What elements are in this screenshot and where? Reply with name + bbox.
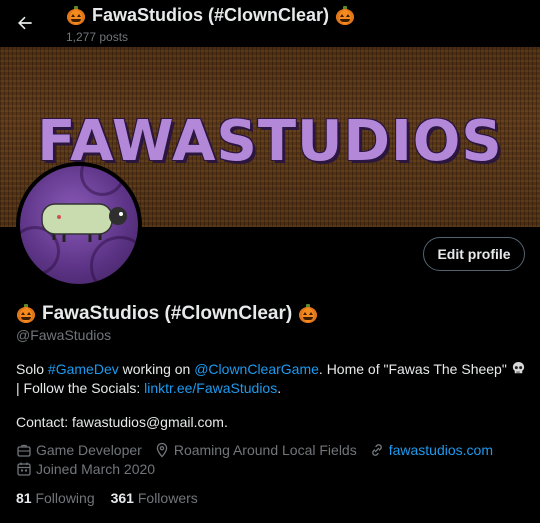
mention-link[interactable]: @ClownClearGame <box>194 361 319 377</box>
joined-label: Joined March 2020 <box>36 461 156 477</box>
post-count: 1,277 posts <box>66 30 129 44</box>
avatar[interactable] <box>16 162 142 288</box>
briefcase-icon <box>17 444 31 457</box>
skull-icon <box>512 361 524 374</box>
bio-text: . Home of "Fawas The Sheep" <box>318 361 511 377</box>
back-button[interactable] <box>10 8 40 38</box>
followers-link[interactable]: 361 Followers <box>111 490 198 506</box>
follow-stats: 81 Following 361 Followers <box>16 490 214 506</box>
website-link[interactable]: fawastudios.com <box>389 442 493 458</box>
followers-label: Followers <box>137 490 198 506</box>
followers-count: 361 <box>110 490 134 506</box>
website-item[interactable]: fawastudios.com <box>369 442 493 458</box>
profile-name: FawaStudios (#ClownClear) <box>42 303 293 324</box>
jack-o-lantern-icon <box>16 304 36 324</box>
link-icon <box>371 444 382 456</box>
arrow-left-icon <box>18 16 32 30</box>
hashtag-link[interactable]: #GameDev <box>48 361 119 377</box>
calendar-icon <box>17 462 31 476</box>
socials-link[interactable]: linktr.ee/FawaStudios <box>144 380 277 396</box>
bio-text: Solo <box>16 361 48 377</box>
location-pin-icon <box>156 442 168 458</box>
edit-profile-button[interactable]: Edit profile <box>423 237 525 271</box>
header-title-row: FawaStudios (#ClownClear) <box>66 5 355 26</box>
joined-row: Joined March 2020 <box>16 461 155 477</box>
following-link[interactable]: 81 Following <box>16 490 95 506</box>
header-title: FawaStudios (#ClownClear) <box>92 5 330 25</box>
profile-handle: @FawaStudios <box>16 327 112 343</box>
jack-o-lantern-icon <box>335 5 355 26</box>
jack-o-lantern-icon <box>298 304 318 324</box>
jack-o-lantern-icon <box>66 5 86 26</box>
category-label: Game Developer <box>36 442 142 458</box>
bio-contact: Contact: fawastudios@gmail.com. <box>16 414 228 430</box>
bio-text: | Follow the Socials: <box>16 380 145 396</box>
following-count: 81 <box>16 490 32 506</box>
location-item: Roaming Around Local Fields <box>154 442 357 458</box>
profile-meta: Game Developer Roaming Around Local Fiel… <box>16 442 505 458</box>
bio-text: working on <box>118 361 195 377</box>
following-label: Following <box>35 490 95 506</box>
sheep-icon <box>41 203 127 242</box>
bio-text: . <box>277 380 282 396</box>
category-item: Game Developer <box>16 442 142 458</box>
profile-name-row: FawaStudios (#ClownClear) <box>16 303 318 325</box>
top-bar: FawaStudios (#ClownClear) 1,277 posts <box>0 0 540 47</box>
profile-bio: Solo #GameDev working on @ClownClearGame… <box>16 360 528 398</box>
location-label: Roaming Around Local Fields <box>173 442 357 458</box>
